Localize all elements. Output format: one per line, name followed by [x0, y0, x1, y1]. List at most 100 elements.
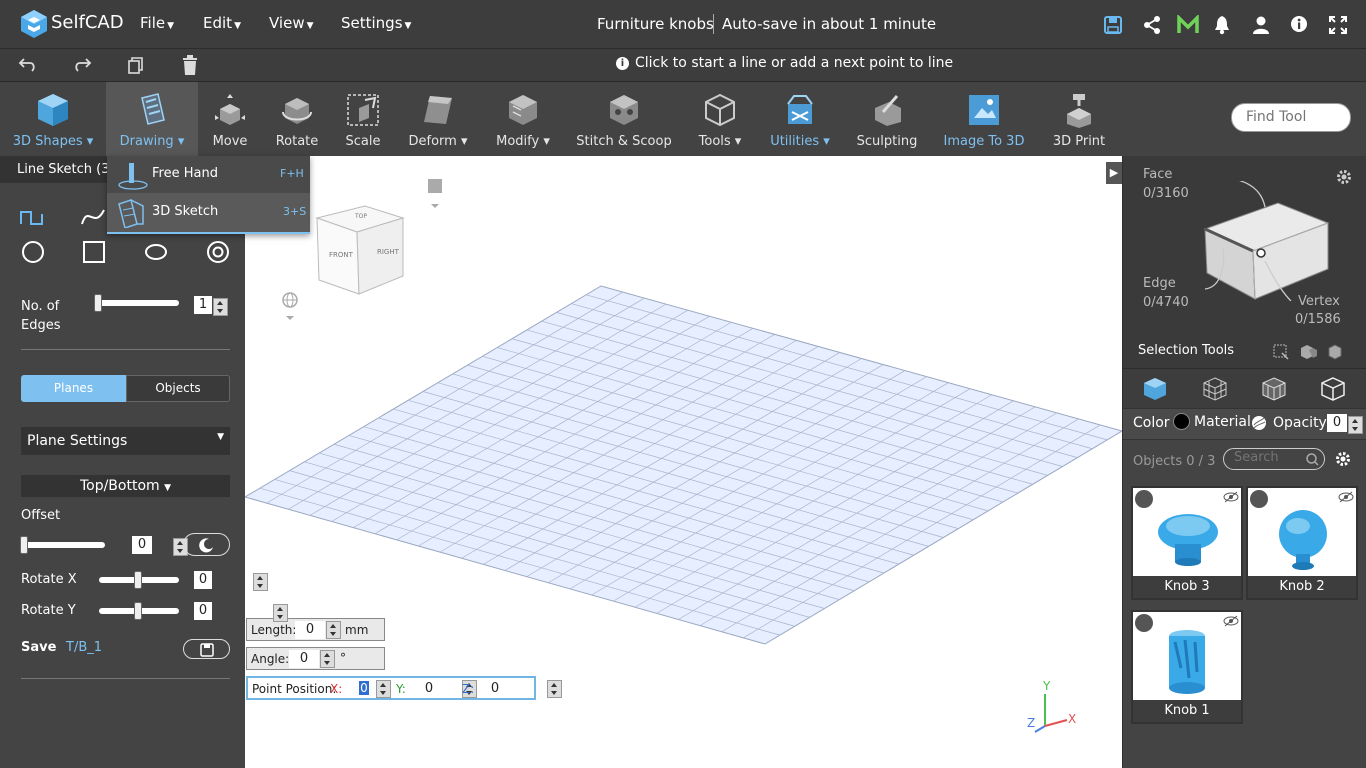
- length-input[interactable]: 0: [295, 621, 325, 639]
- plane-settings-dropdown[interactable]: Plane Settings ▼: [21, 427, 230, 455]
- find-tool-field[interactable]: [1231, 103, 1351, 132]
- visibility-hidden-icon[interactable]: [1223, 615, 1239, 627]
- visibility-hidden-icon[interactable]: [1338, 491, 1354, 503]
- point-x-input[interactable]: 0: [352, 681, 376, 697]
- globe-view-icon[interactable]: [282, 292, 298, 326]
- view-cube-right[interactable]: RIGHT: [377, 248, 399, 256]
- square-shape-icon[interactable]: [82, 240, 106, 268]
- object-select-toggle[interactable]: [1135, 490, 1153, 508]
- object-card-knob-2[interactable]: Knob 2: [1246, 486, 1358, 600]
- tool-3d-shapes[interactable]: 3D Shapes ▾: [6, 82, 100, 156]
- plane-mode-dropdown[interactable]: Top/Bottom ▼: [21, 475, 230, 497]
- tool-3d-print[interactable]: 3D Print: [1046, 82, 1112, 156]
- undo-icon[interactable]: [18, 56, 38, 78]
- view-cube-top[interactable]: TOP: [355, 213, 367, 220]
- visibility-hidden-icon[interactable]: [1223, 491, 1239, 503]
- rotate-x-stepper[interactable]: [253, 572, 269, 591]
- wireframe-mode-icon[interactable]: [1262, 377, 1286, 405]
- rotate-y-stepper[interactable]: [273, 603, 289, 622]
- menu-settings[interactable]: Settings ▼: [341, 14, 411, 32]
- rotate-y-slider-handle[interactable]: [134, 602, 142, 620]
- tab-planes[interactable]: Planes: [21, 375, 126, 402]
- menu-file[interactable]: File ▼: [140, 14, 174, 32]
- length-stepper[interactable]: [326, 621, 341, 639]
- rotate-y-input[interactable]: 0: [194, 602, 212, 620]
- rotate-x-input[interactable]: 0: [194, 571, 212, 589]
- offset-slider-handle[interactable]: [20, 536, 28, 554]
- tool-sculpting[interactable]: Sculpting: [852, 82, 922, 156]
- bell-icon[interactable]: [1213, 15, 1231, 39]
- view-cube-front[interactable]: FRONT: [329, 251, 353, 259]
- select-all-icon[interactable]: [1327, 344, 1343, 364]
- edges-input[interactable]: 1: [194, 296, 212, 314]
- tool-drawing[interactable]: Drawing ▾: [106, 82, 198, 156]
- save-icon[interactable]: [1103, 15, 1123, 39]
- point-y-input[interactable]: 0: [414, 680, 444, 698]
- tool-utilities[interactable]: Utilities ▾: [764, 82, 836, 156]
- redo-icon[interactable]: [72, 56, 92, 78]
- offset-input[interactable]: 0: [132, 536, 152, 554]
- ring-shape-icon[interactable]: [206, 240, 230, 268]
- camera-toggle-icon[interactable]: [427, 178, 443, 214]
- tool-stitch-scoop[interactable]: Stitch & Scoop: [572, 82, 676, 156]
- transparent-mode-icon[interactable]: [1321, 377, 1345, 405]
- angle-stepper[interactable]: [320, 650, 335, 668]
- mesh-mode-icon[interactable]: [1203, 377, 1227, 405]
- gear-icon[interactable]: [1335, 168, 1353, 190]
- tool-move[interactable]: Move: [200, 82, 260, 156]
- solid-mode-icon[interactable]: [1143, 377, 1167, 405]
- delete-icon[interactable]: [181, 54, 199, 80]
- offset-slider[interactable]: [21, 542, 105, 548]
- point-z-input[interactable]: 0: [480, 680, 510, 698]
- point-x-stepper[interactable]: [376, 680, 391, 698]
- angle-input[interactable]: 0: [289, 650, 319, 668]
- menu-edit[interactable]: Edit ▼: [203, 14, 241, 32]
- workplane[interactable]: [245, 285, 1122, 645]
- 3d-viewport[interactable]: FRONT RIGHT TOP ▶ Length: 0 mm Angle: 0 …: [245, 156, 1122, 768]
- object-card-knob-3[interactable]: Knob 3: [1131, 486, 1243, 600]
- edges-slider[interactable]: [95, 300, 179, 306]
- objects-search-input[interactable]: [1234, 450, 1304, 465]
- object-select-toggle[interactable]: [1135, 614, 1153, 632]
- object-card-knob-1[interactable]: Knob 1: [1131, 610, 1243, 724]
- opacity-stepper[interactable]: [1348, 415, 1363, 434]
- point-z-stepper[interactable]: [546, 680, 562, 698]
- objects-search-field[interactable]: [1223, 448, 1325, 470]
- user-icon[interactable]: [1251, 15, 1271, 39]
- tool-scale[interactable]: Scale: [334, 82, 392, 156]
- tool-image-to-3d[interactable]: Image To 3D: [940, 82, 1028, 156]
- m-logo-icon[interactable]: [1177, 13, 1199, 39]
- menu-view[interactable]: View ▼: [269, 14, 314, 32]
- tool-tools[interactable]: Tools ▾: [690, 82, 750, 156]
- box-select-icon[interactable]: [1273, 344, 1289, 364]
- material-icon[interactable]: [1251, 415, 1267, 435]
- fullscreen-icon[interactable]: [1328, 15, 1348, 39]
- find-tool-input[interactable]: [1246, 109, 1346, 125]
- rotate-x-slider-handle[interactable]: [134, 571, 142, 589]
- save-plane-name[interactable]: T/B_1: [66, 640, 102, 655]
- objects-settings-icon[interactable]: [1334, 450, 1352, 472]
- tool-rotate[interactable]: Rotate: [266, 82, 328, 156]
- copy-icon[interactable]: [126, 56, 144, 78]
- ellipse-shape-icon[interactable]: [144, 242, 168, 266]
- color-swatch[interactable]: [1173, 413, 1190, 430]
- right-panel-toggle[interactable]: ▶: [1106, 162, 1122, 184]
- step-line-icon[interactable]: [20, 206, 46, 232]
- edges-stepper[interactable]: [213, 297, 228, 316]
- menu-item-free-hand[interactable]: Free Hand F+H: [107, 156, 310, 192]
- offset-snap-button[interactable]: [183, 533, 230, 556]
- share-icon[interactable]: [1142, 15, 1162, 39]
- circle-shape-icon[interactable]: [21, 240, 45, 268]
- file-title[interactable]: Furniture knobs: [597, 15, 714, 33]
- select-cubes-icon[interactable]: [1300, 344, 1318, 364]
- curve-line-icon[interactable]: [80, 206, 106, 232]
- selfcad-logo-icon[interactable]: [20, 9, 48, 39]
- info-icon[interactable]: [1290, 15, 1308, 37]
- edges-slider-handle[interactable]: [94, 294, 102, 312]
- tool-modify[interactable]: Modify ▾: [490, 82, 556, 156]
- menu-item-3d-sketch[interactable]: 3D Sketch 3+S: [107, 193, 310, 232]
- tool-deform[interactable]: Deform ▾: [404, 82, 472, 156]
- tab-objects[interactable]: Objects: [126, 375, 230, 402]
- object-select-toggle[interactable]: [1250, 490, 1268, 508]
- save-plane-button[interactable]: [183, 639, 230, 659]
